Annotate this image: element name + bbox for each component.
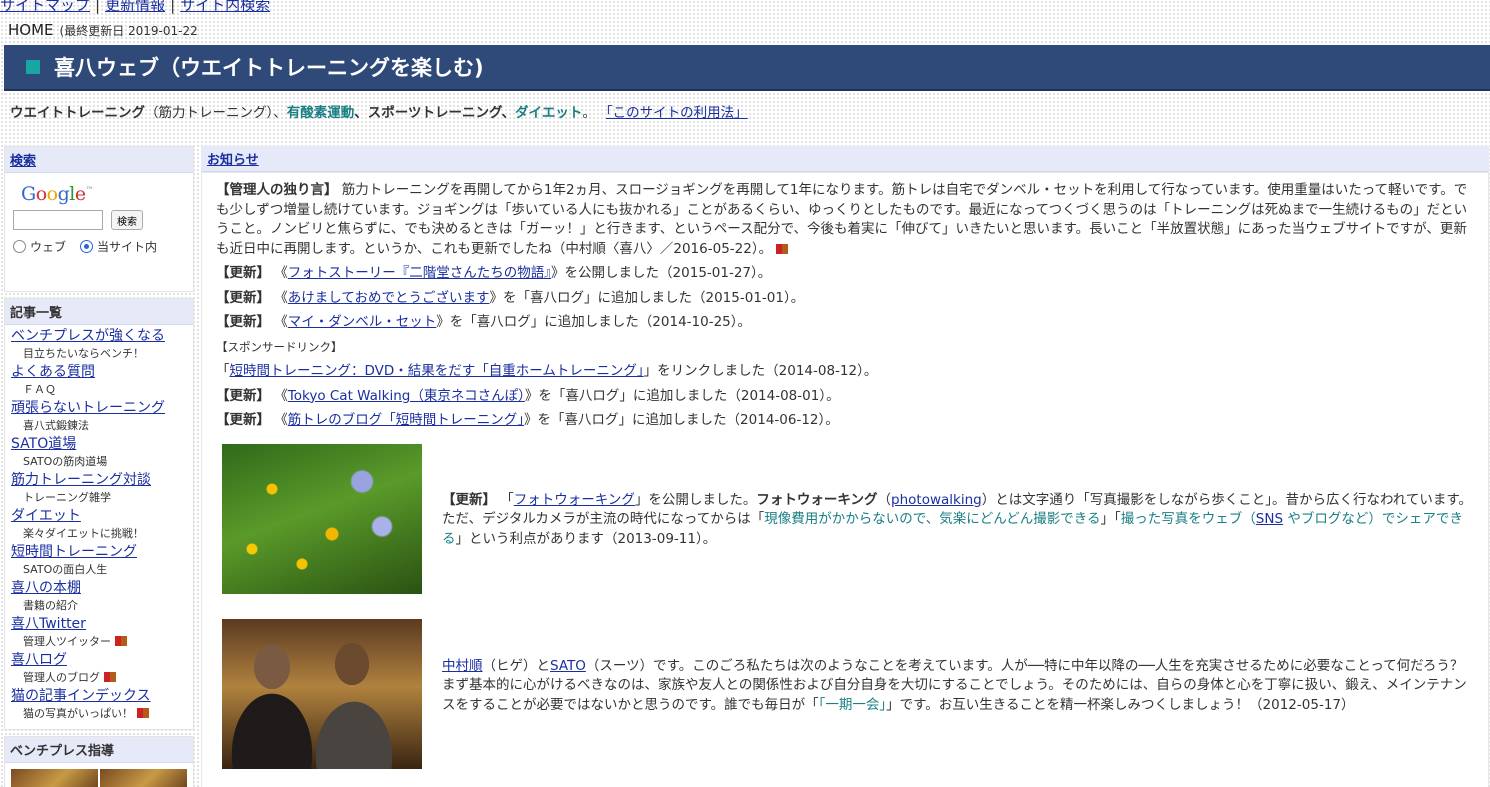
people-entry: 中村順（ヒゲ）とSATO（スーツ）です。このごろ私たちは次のようなことを考えてい…: [216, 618, 1474, 769]
article-link[interactable]: 短時間トレーニング: [5, 543, 193, 561]
article-link[interactable]: 筋力トレーニング対談: [5, 471, 193, 489]
articles-heading: 記事一覧: [5, 299, 193, 325]
article-sub: ＦＡＱ: [23, 383, 56, 396]
article-sub: 管理人ツイッター: [5, 633, 193, 651]
radio-site-label: 当サイト内: [97, 240, 158, 254]
people-photo[interactable]: [222, 618, 422, 769]
update-line: 【更新】 《フォトストーリー『二階堂さんたちの物語』》を公開しました（2015-…: [216, 265, 772, 281]
article-sub: 猫の写真がいっぱい！: [5, 705, 193, 723]
photowalking-text: 【更新】 「フォトウォーキング」を公開しました。フォトウォーキング（photow…: [442, 491, 1473, 547]
nav-separator: |: [95, 0, 101, 14]
tagline: ウエイトトレーニング（筋力トレーニング）、有酸素運動、スポーツトレーニング、ダイ…: [10, 101, 748, 121]
article-sub: 目立ちたいならベンチ！: [23, 347, 144, 360]
nakamura-link[interactable]: 中村順: [442, 658, 483, 674]
bench-thumbnail[interactable]: [5, 763, 193, 787]
article-link[interactable]: 喜八ログ: [5, 651, 193, 669]
article-link[interactable]: SATO道場: [5, 435, 193, 453]
article-link[interactable]: 頑張らないトレーニング: [5, 399, 193, 417]
update-line: 【更新】 《マイ・ダンベル・セット》を「喜八ログ」に追加しました（2014-10…: [216, 314, 752, 330]
article-sub: SATOの筋肉道場: [23, 455, 108, 468]
bench-panel: ベンチプレス指導: [4, 736, 194, 787]
article-sub: SATOの面白人生: [23, 563, 108, 576]
article-link[interactable]: ベンチプレスが強くなる: [5, 327, 193, 345]
updates-link[interactable]: 更新情報: [105, 0, 165, 14]
search-panel: 検索 Google™ 検索 ウェブ 当サイト内: [4, 146, 194, 292]
google-logo: Google™: [21, 183, 94, 205]
site-banner: 喜八ウェブ（ウエイトトレーニングを楽しむ): [4, 45, 1490, 91]
update-link[interactable]: Tokyo Cat Walking（東京ネコさんぽ）: [288, 388, 525, 404]
home-label: HOME: [8, 21, 54, 39]
blog-badge-icon: [776, 241, 789, 254]
search-heading-link[interactable]: 検索: [10, 154, 36, 169]
search-input[interactable]: [13, 210, 103, 230]
update-line: 【更新】 《筋トレのブログ「短時間トレーニング」》を「喜八ログ」に追加しました（…: [216, 412, 839, 428]
update-line: 【更新】 《あけましておめでとうございます》を「喜八ログ」に追加しました（201…: [216, 289, 805, 306]
article-sub: 書籍の紹介: [23, 599, 78, 612]
site-title: 喜八ウェブ（ウエイトトレーニングを楽しむ): [54, 56, 484, 80]
article-sub: トレーニング雑学: [23, 491, 111, 504]
site-search-link[interactable]: サイト内検索: [180, 0, 270, 14]
photowalking-link[interactable]: フォトウォーキング: [514, 492, 635, 508]
sns-link[interactable]: SNS: [1256, 511, 1283, 527]
sponsor-link[interactable]: 短時間トレーニング：DVD・結果をだす「自重ホームトレーニング」: [230, 363, 644, 379]
update-link[interactable]: あけましておめでとうございます: [288, 290, 490, 306]
tagline-diet: ダイエット: [515, 105, 583, 121]
main-content: お知らせ 【管理人の独り言】 筋力トレーニングを再開してから1年2ヵ月、スロージ…: [201, 146, 1489, 787]
blog-badge-icon: [137, 706, 149, 718]
article-sub: 喜八式鍛錬法: [23, 419, 89, 432]
notice-heading-link[interactable]: お知らせ: [207, 153, 259, 168]
blog-badge-icon: [104, 670, 116, 682]
sitemap-link[interactable]: サイトマップ: [0, 0, 90, 14]
update-link[interactable]: マイ・ダンベル・セット: [288, 314, 437, 330]
people-text: 中村順（ヒゲ）とSATO（スーツ）です。このごろ私たちは次のようなことを考えてい…: [442, 657, 1467, 713]
update-link[interactable]: 筋トレのブログ「短時間トレーニング」: [288, 412, 524, 428]
radio-web[interactable]: [13, 240, 26, 253]
tagline-wt: ウエイトトレーニング: [10, 105, 145, 121]
site-howto-link[interactable]: 「このサイトの利用法」: [606, 105, 748, 121]
article-link[interactable]: 喜八Twitter: [5, 615, 193, 633]
article-link[interactable]: 喜八の本棚: [5, 579, 193, 597]
nav-separator: |: [170, 0, 176, 14]
admin-notice: 【管理人の独り言】 筋力トレーニングを再開してから1年2ヵ月、スロージョギングを…: [216, 182, 1468, 257]
radio-web-label: ウェブ: [30, 240, 67, 254]
article-sub: 楽々ダイエットに挑戦！: [23, 527, 144, 540]
article-link[interactable]: ダイエット: [5, 507, 193, 525]
article-sub: 管理人のブログ: [5, 669, 193, 687]
tagline-aerobic: 有酸素運動: [286, 105, 355, 121]
search-button[interactable]: 検索: [111, 210, 143, 230]
flowers-photo[interactable]: [222, 443, 422, 594]
tagline-period: 。: [582, 105, 596, 121]
update-link[interactable]: フォトストーリー『二階堂さんたちの物語』: [288, 265, 551, 281]
top-navigation: サイトマップ | 更新情報 | サイト内検索: [0, 0, 270, 15]
sidebar: 検索 Google™ 検索 ウェブ 当サイト内 記事一覧 ベンチプレスが強くなる…: [4, 146, 194, 787]
banner-square-icon: [26, 60, 40, 74]
tagline-sports: 、スポーツトレーニング、: [354, 105, 516, 121]
articles-panel: 記事一覧 ベンチプレスが強くなる目立ちたいならベンチ！ よくある質問 ＦＡＱ 頑張…: [4, 298, 194, 730]
article-link[interactable]: よくある質問: [5, 363, 193, 381]
sponsor-label: 【スポンサードリンク】: [216, 339, 343, 354]
tagline-wt-note: （筋力トレーニング）、: [145, 105, 287, 121]
home-bar: HOME (最終更新日 2019-01-22: [8, 21, 198, 39]
search-heading: 検索: [5, 147, 193, 173]
photowalking-en-link[interactable]: photowalking: [891, 492, 982, 508]
radio-site[interactable]: [80, 240, 94, 253]
update-line: 【更新】 《Tokyo Cat Walking（東京ネコさんぽ）》を「喜八ログ」…: [216, 387, 840, 404]
photowalking-entry: 【更新】 「フォトウォーキング」を公開しました。フォトウォーキング（photow…: [216, 443, 1474, 594]
blog-badge-icon: [115, 634, 127, 646]
notice-heading: お知らせ: [201, 146, 1489, 172]
article-link[interactable]: 猫の記事インデックス: [5, 687, 193, 705]
last-updated: (最終更新日 2019-01-22: [59, 24, 198, 38]
sponsor-line: 「短時間トレーニング：DVD・結果をだす「自重ホームトレーニング」」をリンクしま…: [216, 363, 878, 379]
bench-heading: ベンチプレス指導: [5, 737, 193, 763]
sato-link[interactable]: SATO: [550, 658, 586, 674]
